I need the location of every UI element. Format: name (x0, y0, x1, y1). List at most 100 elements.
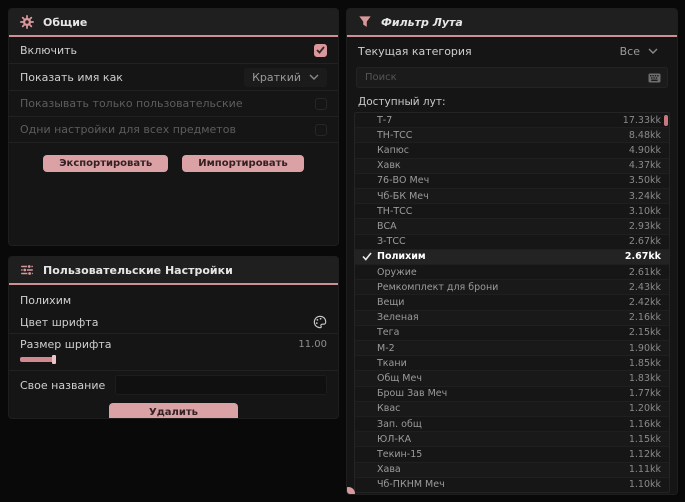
loot-row[interactable]: Зап. общ 1.16kk (355, 417, 669, 433)
loot-row[interactable]: ТН-ТСС 3.10kk (355, 204, 669, 220)
search-input[interactable] (357, 72, 648, 83)
loot-filter-title: Фильтр Лута (381, 15, 463, 29)
delete-button[interactable]: Удалить (109, 403, 238, 418)
loot-item-value: 17.33kk (622, 114, 661, 126)
general-row: Включить (9, 37, 338, 64)
loot-item-name: ЮЛ-КА (377, 433, 412, 445)
loot-item-name: Хава (377, 464, 401, 476)
loot-row[interactable]: Хава 1.11kk (355, 462, 669, 478)
category-select[interactable]: Все (612, 42, 666, 61)
loot-item-value: 1.15kk (628, 433, 661, 445)
loot-row[interactable]: Капюс 4.90kk (355, 143, 669, 159)
available-loot-label: Доступный лут: (358, 96, 446, 108)
loot-item-name: М-2 (377, 342, 395, 354)
loot-item-name: Чб-БК Меч (377, 190, 429, 202)
slider-handle[interactable] (51, 355, 56, 364)
category-value: Все (619, 44, 640, 58)
loot-item-value: 1.90kk (628, 342, 661, 354)
font-size-label: Размер шрифта (20, 338, 112, 351)
custom-name-label: Свое название (20, 378, 106, 392)
loot-row[interactable]: Зеленая 2.16kk (355, 310, 669, 326)
import-button[interactable]: Импортировать (182, 155, 304, 172)
loot-item-name: ТН-ТСС (377, 129, 413, 141)
loot-row[interactable]: ТН-ТСС 8.48kk (355, 128, 669, 144)
custom-settings-header: Пользовательские Настройки (9, 257, 338, 285)
loot-item-name: Чб-ПКНМ Меч (377, 479, 445, 491)
export-button[interactable]: Экспортировать (43, 155, 169, 172)
loot-item-value: 2.93kk (628, 221, 661, 233)
loot-item-value: 3.24kk (628, 190, 661, 202)
scrollbar-thumb[interactable] (664, 115, 668, 126)
loot-item-value: 3.50kk (628, 175, 661, 187)
loot-item-name: Текин-15 (377, 449, 423, 461)
checkmark-icon (362, 130, 372, 140)
general-buttons: Экспортировать Импортировать (9, 143, 338, 172)
loot-row[interactable]: Брош Зав Меч 1.77kk (355, 387, 669, 402)
loot-row[interactable]: М-2 1.90kk (355, 341, 669, 357)
loot-item-value: 1.83kk (628, 373, 661, 385)
loot-item-name: ТН-ТСС (377, 205, 413, 217)
checkmark-icon (362, 252, 372, 262)
checkmark-icon (362, 343, 372, 353)
checkmark-icon (362, 434, 372, 444)
custom-name-row: Свое название (9, 371, 338, 399)
loot-row[interactable]: Чб-БК Меч 3.24kk (355, 189, 669, 205)
same-settings-checkbox[interactable] (315, 123, 327, 136)
enable-checkbox[interactable] (314, 43, 327, 57)
checkmark-icon (362, 206, 372, 216)
loot-row[interactable]: Ремкомплект для брони 2.43kk (355, 280, 669, 296)
chevron-down-icon (648, 48, 658, 54)
loot-item-value: 2.16kk (628, 312, 661, 324)
loot-row[interactable]: ВСА 2.93kk (355, 219, 669, 235)
custom-name-input[interactable] (115, 375, 327, 395)
checkmark-icon (362, 389, 372, 399)
loot-item-value: 2.43kk (628, 281, 661, 293)
loot-row[interactable]: Квас 1.20kk (355, 401, 669, 418)
loot-row[interactable]: Вещи 2.42kk (355, 295, 669, 311)
loot-row[interactable]: Хавк 4.37kk (355, 158, 669, 174)
loot-item-value: 8.48kk (628, 129, 661, 141)
checkmark-icon (362, 419, 372, 429)
loot-row[interactable]: З-ТСС 2.67kk (355, 235, 669, 250)
loot-item-name: Капюс (377, 145, 409, 156)
palette-icon[interactable] (313, 315, 327, 329)
loot-item-name: Тега (377, 327, 400, 339)
loot-row[interactable]: 76-ВО Меч 3.50kk (355, 174, 669, 190)
custom-buttons: Удалить (9, 399, 338, 418)
loot-item-name: Зеленая (377, 312, 419, 324)
loot-row[interactable]: Полихим 2.67kk (355, 249, 669, 266)
loot-list: Т-7 17.33kk ТН-ТСС 8.48kk Капюс 4.90kk Х… (354, 112, 670, 493)
loot-item-value: 4.37kk (628, 160, 661, 172)
checkmark-icon (362, 358, 372, 368)
loot-row[interactable]: Т-7 17.33kk (355, 113, 669, 129)
checkmark-icon (362, 146, 372, 156)
loot-row[interactable]: ЮЛ-КА 1.15kk (355, 432, 669, 448)
general-row: Одни настройки для всех предметов (9, 117, 338, 143)
loot-row[interactable]: Текин-15 1.12kk (355, 447, 669, 463)
general-panel: Общие Включить Показать имя как Краткий … (8, 8, 339, 246)
font-color-row: Цвет шрифта (9, 311, 338, 334)
font-size-slider[interactable] (20, 355, 327, 364)
only-custom-checkbox[interactable] (315, 97, 327, 110)
show-name-as-label: Показать имя как (20, 70, 123, 84)
loot-row[interactable]: Ткани 1.85kk (355, 356, 669, 372)
search-box (356, 67, 668, 88)
funnel-icon (359, 16, 371, 27)
loot-item-name: Т-7 (377, 114, 393, 126)
keyboard-icon[interactable] (648, 73, 667, 83)
checkmark-icon (362, 161, 372, 171)
loot-row[interactable]: Чб-ПКНМ Меч 1.10kk (355, 478, 669, 492)
show-name-as-select[interactable]: Краткий (244, 67, 327, 87)
loot-row[interactable]: Оружие 2.61kk (355, 265, 669, 281)
search-area (347, 65, 677, 94)
loot-row[interactable]: Общ Меч 1.83kk (355, 371, 669, 387)
checkmark-icon (316, 46, 325, 54)
checkmark-icon (362, 313, 372, 323)
checkmark-icon (362, 237, 372, 247)
loot-item-value: 2.67kk (624, 251, 661, 263)
loot-item-name: Ремкомплект для брони (377, 281, 499, 293)
loot-item-name: Полихим (377, 251, 426, 263)
loot-item-name: Общ Меч (377, 373, 422, 385)
loot-row[interactable]: Тега 2.15kk (355, 326, 669, 342)
loot-item-value: 2.67kk (628, 236, 661, 248)
